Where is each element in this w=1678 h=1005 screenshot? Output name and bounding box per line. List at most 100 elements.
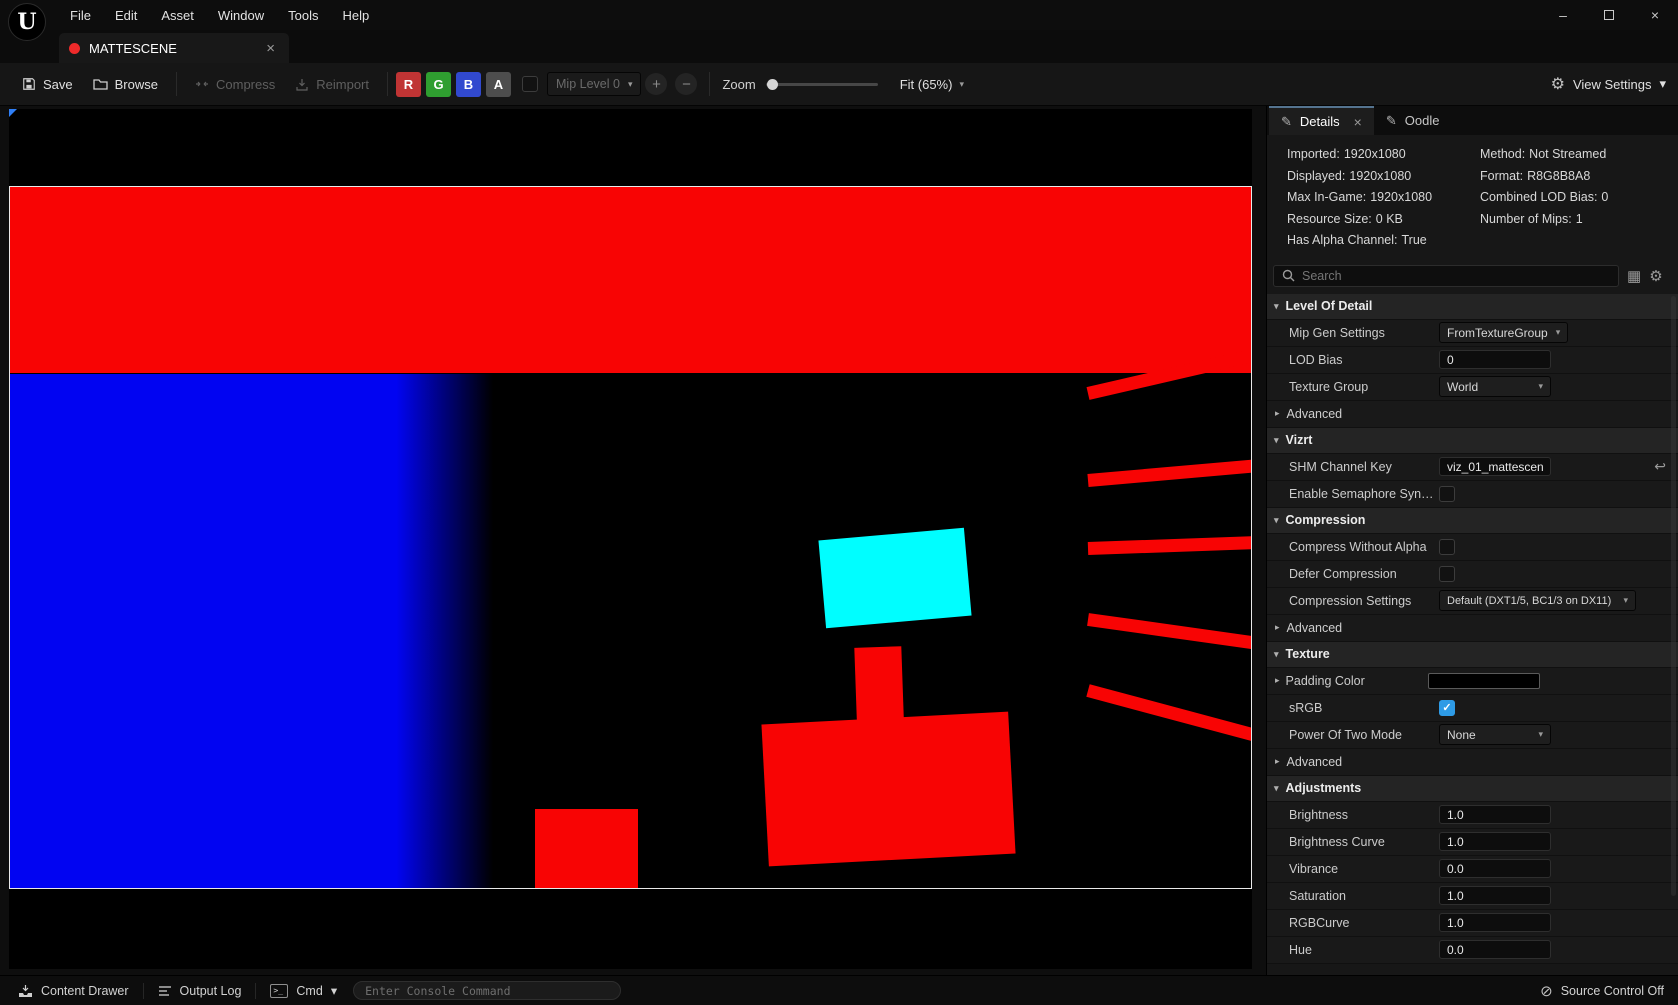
content-drawer-icon [18, 984, 33, 998]
reimport-button[interactable]: Reimport [285, 71, 379, 98]
search-input[interactable] [1302, 269, 1610, 283]
source-control-button[interactable]: ⊘ Source Control Off [1540, 982, 1670, 1000]
lod-advanced-row[interactable]: ▸ Advanced [1267, 401, 1678, 428]
brightness-curve-input[interactable] [1439, 832, 1551, 851]
browse-button[interactable]: Browse [83, 71, 168, 98]
menu-window[interactable]: Window [206, 3, 276, 28]
grid-view-icon[interactable]: ▦ [1627, 267, 1641, 285]
chevron-down-icon: ▾ [1538, 381, 1543, 392]
search-box[interactable] [1273, 265, 1619, 287]
zoom-fit-dropdown[interactable]: Fit (65%) ▾ [892, 72, 972, 97]
details-panel: ✎ Details × ✎ Oodle Imported:1920x1080 D… [1266, 106, 1678, 975]
output-log-button[interactable]: Output Log [148, 984, 252, 998]
green-channel-button[interactable]: G [426, 72, 451, 97]
unreal-logo-icon[interactable]: U [8, 3, 46, 41]
triangle-right-icon: ▸ [1275, 756, 1280, 767]
row-defer-compression: Defer Compression [1267, 561, 1678, 588]
info-method: Method:Not Streamed [1480, 144, 1678, 166]
section-compression[interactable]: ▾ Compression [1267, 508, 1678, 534]
compress-without-alpha-checkbox[interactable] [1439, 539, 1455, 555]
details-scrollbar[interactable] [1671, 296, 1676, 896]
zoom-slider-thumb[interactable] [767, 79, 778, 90]
power-of-two-mode-dropdown[interactable]: None ▾ [1439, 724, 1551, 745]
zoom-slider[interactable] [766, 83, 878, 86]
mip-gen-settings-dropdown[interactable]: FromTextureGroup ▾ [1439, 322, 1568, 343]
saturation-input[interactable] [1439, 886, 1551, 905]
tab-close-icon[interactable]: × [1354, 114, 1362, 130]
row-mip-gen-settings: Mip Gen Settings FromTextureGroup ▾ [1267, 320, 1678, 347]
alpha-channel-button[interactable]: A [486, 72, 511, 97]
section-texture[interactable]: ▾ Texture [1267, 642, 1678, 668]
texture-red-square [535, 809, 638, 889]
console-command-input[interactable] [353, 981, 621, 1000]
vibrance-input[interactable] [1439, 859, 1551, 878]
compress-button[interactable]: Compress [185, 71, 285, 98]
tab-oodle[interactable]: ✎ Oodle [1374, 106, 1452, 135]
save-button[interactable]: Save [12, 71, 83, 98]
chevron-down-icon: ▾ [1538, 729, 1543, 740]
defer-compression-checkbox[interactable] [1439, 566, 1455, 582]
asset-tab-mattescene[interactable]: MATTESCENE × [59, 33, 289, 63]
section-vizrt[interactable]: ▾ Vizrt [1267, 428, 1678, 454]
cmd-dropdown[interactable]: >_ Cmd ▾ [260, 983, 347, 998]
chevron-down-icon: ▾ [1623, 595, 1628, 606]
compression-advanced-row[interactable]: ▸ Advanced [1267, 615, 1678, 642]
mip-plus-button[interactable]: + [645, 73, 667, 95]
shm-channel-key-input[interactable] [1439, 457, 1551, 476]
section-level-of-detail[interactable]: ▾ Level Of Detail [1267, 294, 1678, 320]
menu-asset[interactable]: Asset [149, 3, 206, 28]
texture-cyan-quad [818, 528, 971, 628]
triangle-down-icon: ▾ [1274, 649, 1279, 660]
row-shm-channel-key: SHM Channel Key ↩ [1267, 454, 1678, 481]
toolbar-separator [176, 72, 177, 96]
srgb-checkbox[interactable] [1439, 700, 1455, 716]
menu-file[interactable]: File [58, 3, 103, 28]
status-bar: Content Drawer Output Log >_ Cmd ▾ ⊘ Sou… [0, 975, 1678, 1005]
view-settings-button[interactable]: ⚙ View Settings ▾ [1551, 74, 1666, 94]
statusbar-separator [255, 983, 256, 999]
texture-red-stripe [1087, 458, 1252, 487]
triangle-right-icon[interactable]: ▸ [1275, 675, 1280, 686]
info-number-of-mips: Number of Mips:1 [1480, 209, 1678, 231]
menu-edit[interactable]: Edit [103, 3, 149, 28]
menu-tools[interactable]: Tools [276, 3, 330, 28]
lod-bias-input[interactable] [1439, 350, 1551, 369]
mip-level-dropdown[interactable]: Mip Level 0 ▾ [547, 72, 641, 96]
settings-gear-icon[interactable]: ⚙ [1649, 267, 1662, 285]
reset-to-default-icon[interactable]: ↩ [1654, 458, 1666, 475]
toolbar-separator [709, 72, 710, 96]
mip-minus-button[interactable]: − [675, 73, 697, 95]
output-log-icon [158, 985, 172, 997]
texture-preview[interactable] [9, 109, 1252, 969]
minimize-icon: – [1559, 7, 1567, 23]
hue-input[interactable] [1439, 940, 1551, 959]
mip-level-checkbox[interactable] [522, 76, 538, 92]
texture-group-dropdown[interactable]: World ▾ [1439, 376, 1551, 397]
content-drawer-button[interactable]: Content Drawer [8, 984, 139, 998]
padding-color-swatch[interactable] [1428, 673, 1540, 689]
compression-settings-dropdown[interactable]: Default (DXT1/5, BC1/3 on DX11) ▾ [1439, 590, 1636, 611]
unsaved-indicator-icon [69, 43, 80, 54]
details-panel-tabs: ✎ Details × ✎ Oodle [1267, 106, 1678, 135]
section-adjustments[interactable]: ▾ Adjustments [1267, 776, 1678, 802]
asset-tab-title: MATTESCENE [89, 41, 177, 56]
red-channel-button[interactable]: R [396, 72, 421, 97]
info-combined-lod-bias: Combined LOD Bias:0 [1480, 187, 1678, 209]
minimize-button[interactable]: – [1540, 0, 1586, 30]
row-padding-color: ▸ Padding Color [1267, 668, 1678, 695]
texture-advanced-row[interactable]: ▸ Advanced [1267, 749, 1678, 776]
enable-semaphore-checkbox[interactable] [1439, 486, 1455, 502]
gear-icon: ⚙ [1551, 74, 1565, 94]
tab-close-icon[interactable]: × [262, 40, 279, 57]
rgb-curve-input[interactable] [1439, 913, 1551, 932]
tab-details[interactable]: ✎ Details × [1269, 106, 1374, 135]
menu-help[interactable]: Help [330, 3, 381, 28]
texture-red-band [10, 187, 1251, 373]
search-icon [1282, 269, 1295, 282]
row-compression-settings: Compression Settings Default (DXT1/5, BC… [1267, 588, 1678, 615]
blue-channel-button[interactable]: B [456, 72, 481, 97]
brightness-input[interactable] [1439, 805, 1551, 824]
close-button[interactable]: × [1632, 0, 1678, 30]
info-imported: Imported:1920x1080 [1287, 144, 1480, 166]
maximize-button[interactable] [1586, 0, 1632, 30]
